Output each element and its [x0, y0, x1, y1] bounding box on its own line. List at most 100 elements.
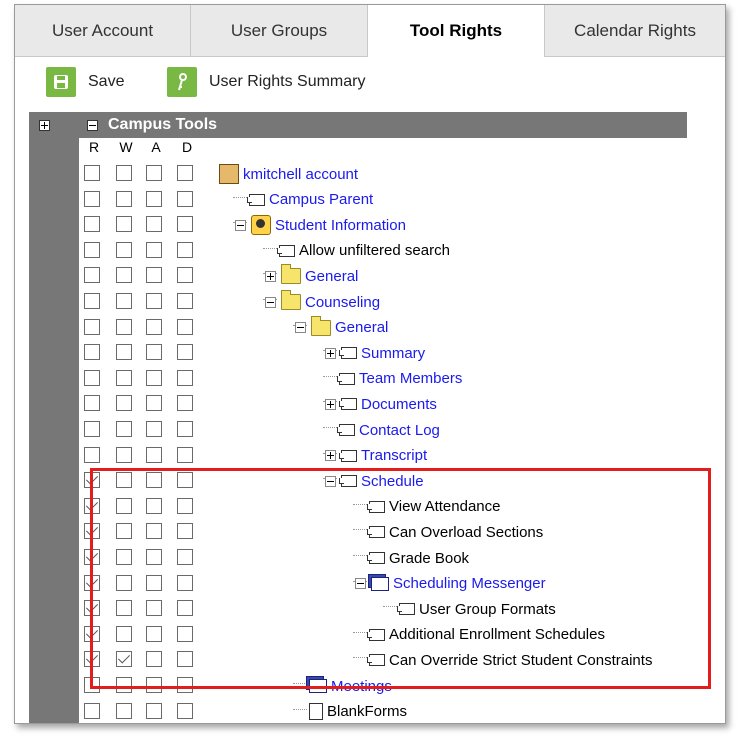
- right-checkbox-write[interactable]: [116, 318, 132, 335]
- tab-user-account[interactable]: User Account: [15, 5, 191, 57]
- right-checkbox-read[interactable]: [84, 369, 100, 386]
- tab-user-groups[interactable]: User Groups: [191, 5, 368, 57]
- right-checkbox-delete[interactable]: [177, 702, 193, 719]
- right-checkbox-add[interactable]: [146, 421, 162, 437]
- right-checkbox-delete[interactable]: [177, 472, 193, 489]
- right-checkbox-add[interactable]: [146, 241, 162, 258]
- right-checkbox-delete[interactable]: [177, 395, 193, 412]
- right-checkbox-write[interactable]: [116, 344, 132, 361]
- expand-icon[interactable]: [265, 270, 276, 282]
- right-checkbox-delete[interactable]: [177, 190, 193, 207]
- right-checkbox-write[interactable]: [116, 625, 132, 642]
- right-checkbox-delete[interactable]: [177, 523, 193, 540]
- right-checkbox-delete[interactable]: [177, 600, 193, 617]
- right-checkbox-read[interactable]: [84, 574, 100, 591]
- right-checkbox-read[interactable]: [84, 344, 100, 361]
- right-checkbox-delete[interactable]: [177, 651, 193, 668]
- right-checkbox-write[interactable]: [116, 293, 132, 309]
- tree-node-label[interactable]: Transcript: [361, 447, 427, 464]
- right-checkbox-write[interactable]: [116, 241, 132, 258]
- right-checkbox-add[interactable]: [146, 472, 162, 489]
- right-checkbox-read[interactable]: [84, 241, 100, 258]
- right-checkbox-read[interactable]: [84, 293, 100, 309]
- right-checkbox-read[interactable]: [84, 216, 100, 233]
- right-checkbox-read[interactable]: [84, 267, 100, 284]
- collapse-icon[interactable]: [295, 322, 306, 334]
- right-checkbox-add[interactable]: [146, 702, 162, 719]
- tree-node-label[interactable]: Meetings: [331, 678, 392, 695]
- right-checkbox-delete[interactable]: [177, 344, 193, 361]
- right-checkbox-delete[interactable]: [177, 574, 193, 591]
- tree-node-label[interactable]: Counseling: [305, 294, 380, 311]
- right-checkbox-read[interactable]: [84, 395, 100, 412]
- expand-icon[interactable]: [325, 398, 336, 410]
- tree-node-label[interactable]: Team Members: [359, 370, 462, 387]
- right-checkbox-read[interactable]: [84, 677, 100, 693]
- right-checkbox-read[interactable]: [84, 523, 100, 540]
- right-checkbox-delete[interactable]: [177, 549, 193, 565]
- right-checkbox-delete[interactable]: [177, 446, 193, 463]
- right-checkbox-read[interactable]: [84, 625, 100, 642]
- right-checkbox-read[interactable]: [84, 497, 100, 514]
- right-checkbox-add[interactable]: [146, 190, 162, 207]
- right-checkbox-add[interactable]: [146, 395, 162, 412]
- right-checkbox-read[interactable]: [84, 446, 100, 463]
- user-rights-summary-button[interactable]: User Rights Summary: [167, 67, 365, 97]
- right-checkbox-write[interactable]: [116, 523, 132, 540]
- right-checkbox-add[interactable]: [146, 600, 162, 617]
- right-checkbox-add[interactable]: [146, 267, 162, 284]
- collapse-icon[interactable]: [355, 578, 366, 590]
- right-checkbox-read[interactable]: [84, 421, 100, 437]
- right-checkbox-write[interactable]: [116, 267, 132, 284]
- right-checkbox-write[interactable]: [116, 446, 132, 463]
- tree-node-label[interactable]: Student Information: [275, 217, 406, 234]
- right-checkbox-read[interactable]: [84, 600, 100, 617]
- right-checkbox-add[interactable]: [146, 625, 162, 642]
- right-checkbox-write[interactable]: [116, 369, 132, 386]
- expand-icon[interactable]: [325, 450, 336, 462]
- tab-calendar-rights[interactable]: Calendar Rights: [545, 5, 725, 57]
- tree-node-label[interactable]: General: [305, 268, 358, 285]
- right-checkbox-delete[interactable]: [177, 165, 193, 181]
- collapse-icon[interactable]: [325, 475, 336, 487]
- right-checkbox-add[interactable]: [146, 549, 162, 565]
- tab-tool-rights[interactable]: Tool Rights: [368, 5, 545, 57]
- right-checkbox-write[interactable]: [116, 190, 132, 207]
- right-checkbox-write[interactable]: [116, 165, 132, 181]
- right-checkbox-delete[interactable]: [177, 318, 193, 335]
- right-checkbox-delete[interactable]: [177, 267, 193, 284]
- right-checkbox-add[interactable]: [146, 165, 162, 181]
- right-checkbox-write[interactable]: [116, 395, 132, 412]
- save-button[interactable]: Save: [46, 67, 124, 97]
- right-checkbox-delete[interactable]: [177, 369, 193, 386]
- right-checkbox-add[interactable]: [146, 369, 162, 386]
- section-header[interactable]: Campus Tools: [79, 112, 687, 138]
- right-checkbox-write[interactable]: [116, 702, 132, 719]
- right-checkbox-write[interactable]: [116, 549, 132, 565]
- right-checkbox-add[interactable]: [146, 574, 162, 591]
- expand-icon[interactable]: [325, 347, 336, 359]
- tree-node-label[interactable]: Scheduling Messenger: [393, 575, 546, 592]
- tree-node-label[interactable]: kmitchell account: [243, 166, 358, 183]
- right-checkbox-read[interactable]: [84, 318, 100, 335]
- right-checkbox-delete[interactable]: [177, 497, 193, 514]
- right-checkbox-delete[interactable]: [177, 421, 193, 437]
- right-checkbox-read[interactable]: [84, 702, 100, 719]
- collapse-icon[interactable]: [265, 296, 276, 308]
- right-checkbox-delete[interactable]: [177, 216, 193, 233]
- right-checkbox-delete[interactable]: [177, 677, 193, 693]
- right-checkbox-write[interactable]: [116, 677, 132, 693]
- right-checkbox-add[interactable]: [146, 318, 162, 335]
- tree-node-label[interactable]: Summary: [361, 345, 425, 362]
- right-checkbox-write[interactable]: [116, 497, 132, 514]
- right-checkbox-write[interactable]: [116, 472, 132, 489]
- right-checkbox-read[interactable]: [84, 549, 100, 565]
- right-checkbox-delete[interactable]: [177, 625, 193, 642]
- right-checkbox-add[interactable]: [146, 651, 162, 668]
- tree-node-label[interactable]: General: [335, 319, 388, 336]
- right-checkbox-add[interactable]: [146, 344, 162, 361]
- collapse-icon[interactable]: [87, 119, 98, 131]
- right-checkbox-write[interactable]: [116, 600, 132, 617]
- expand-icon[interactable]: [39, 120, 50, 131]
- tree-node-label[interactable]: Documents: [361, 396, 437, 413]
